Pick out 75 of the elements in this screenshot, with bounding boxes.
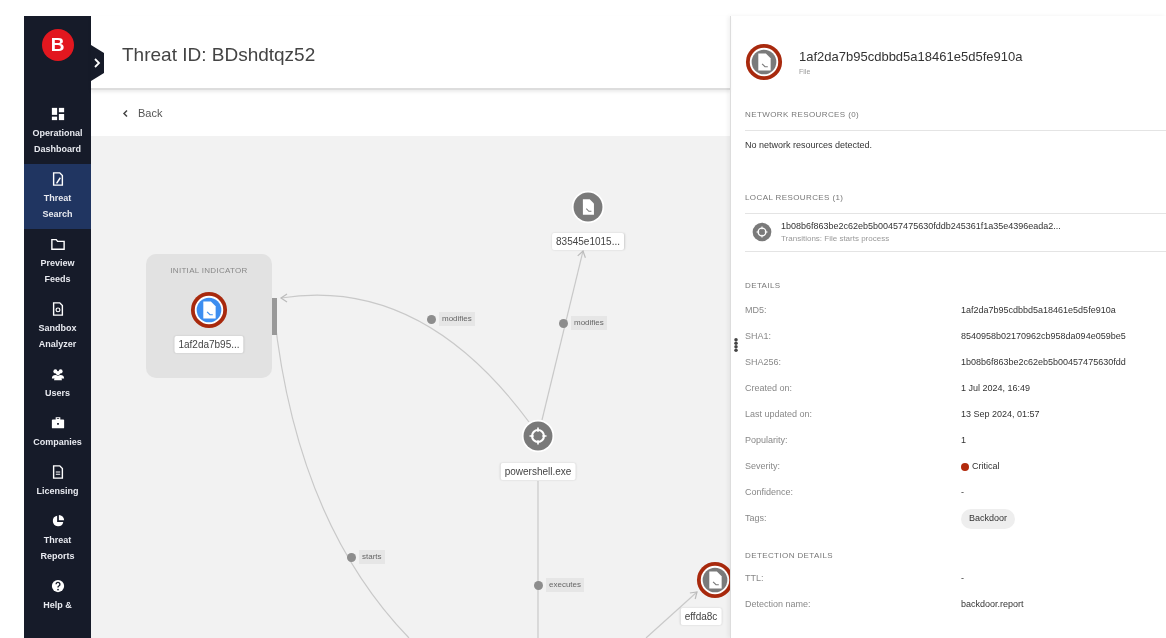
section-heading: DETAILS bbox=[745, 280, 781, 292]
resource-name: 1b08b6f863be2c62eb5b00457475630fddb245361f1a35e4396eada2... bbox=[781, 219, 1061, 233]
node-label: 1af2da7b95... bbox=[174, 336, 244, 353]
group-caption: INITIAL INDICATOR bbox=[170, 265, 248, 277]
detail-value: - bbox=[961, 486, 964, 500]
node-label: 83545e1015... bbox=[552, 233, 624, 250]
section-heading: DETECTION DETAILS bbox=[745, 550, 833, 562]
help-icon bbox=[50, 579, 65, 593]
empty-message: No network resources detected. bbox=[745, 139, 874, 152]
section-heading: NETWORK RESOURCES (0) bbox=[745, 110, 860, 119]
detail-value: 8540958b02170962cb958da094e059be5 bbox=[961, 330, 1126, 344]
users-icon bbox=[50, 367, 65, 381]
detail-label: TTL: bbox=[745, 572, 765, 586]
sidebar-item[interactable]: Licensing bbox=[24, 457, 91, 506]
edge-label: starts bbox=[359, 550, 385, 564]
node-label: powershell.exe bbox=[500, 463, 576, 480]
detail-value: backdoor.report bbox=[961, 598, 1024, 612]
file-node-icon[interactable] bbox=[571, 190, 605, 224]
folder-icon bbox=[50, 237, 65, 251]
detail-value: - bbox=[961, 572, 964, 586]
detail-label: Severity: bbox=[745, 460, 781, 474]
document-search-icon bbox=[50, 302, 65, 316]
page-title: Threat ID: BDshdtqz52 bbox=[122, 43, 316, 67]
sidebar-item[interactable]: Operational Dashboard bbox=[24, 99, 91, 164]
expand-button[interactable] bbox=[91, 45, 104, 81]
sidebar-item[interactable]: Threat Search bbox=[24, 164, 91, 229]
detail-label: MD5: bbox=[745, 304, 768, 318]
detail-label: Tags: bbox=[745, 512, 768, 526]
document-icon bbox=[50, 465, 65, 479]
edge-label: modifies bbox=[571, 316, 607, 330]
detail-label: Popularity: bbox=[745, 434, 789, 448]
edge-dot bbox=[534, 581, 543, 590]
sidebar-item[interactable]: Threat Reports bbox=[24, 506, 91, 571]
resize-handle[interactable] bbox=[272, 298, 277, 335]
detail-label: SHA256: bbox=[745, 356, 783, 370]
detail-label: SHA1: bbox=[745, 330, 772, 344]
chevron-left-icon bbox=[122, 108, 130, 118]
grid-icon bbox=[50, 107, 65, 121]
pie-chart-icon bbox=[50, 514, 65, 528]
detail-value: 1b08b6f863be2c62eb5b00457475630fdd bbox=[961, 356, 1126, 370]
detail-label: Confidence: bbox=[745, 486, 795, 500]
section-heading: LOCAL RESOURCES (1) bbox=[745, 192, 844, 202]
node-label: effda8c bbox=[680, 608, 722, 625]
resource-row[interactable]: 1b08b6f863be2c62eb5b00457475630fddb245361f1a35e4396eada2... Transitions: File starts process bbox=[745, 213, 1166, 252]
severity-label: Critical bbox=[972, 460, 1000, 474]
file-node-icon[interactable] bbox=[190, 291, 228, 329]
detail-value: 1 Jul 2024, 16:49 bbox=[961, 382, 1031, 396]
detail-label: Last updated on: bbox=[745, 408, 814, 422]
drag-handle-icon[interactable] bbox=[734, 338, 738, 352]
sidebar-item[interactable]: Preview Feeds bbox=[24, 229, 91, 294]
edge-dot bbox=[347, 553, 356, 562]
edge-dot bbox=[427, 315, 436, 324]
edge-label: executes bbox=[546, 578, 585, 592]
sidebar-item[interactable]: Users bbox=[24, 359, 91, 408]
file-node-icon[interactable] bbox=[696, 561, 730, 599]
process-icon[interactable] bbox=[751, 221, 773, 244]
detail-value: 1af2da7b95cdbbd5a18461e5d5fe910a bbox=[961, 304, 1116, 318]
detail-label: Detection name: bbox=[745, 598, 812, 612]
briefcase-icon bbox=[50, 416, 65, 430]
item-title: 1af2da7b95cdbbd5a18461e5d5fe910a bbox=[799, 48, 1023, 66]
sidebar-item[interactable]: Help & bbox=[24, 571, 91, 620]
detail-value: 1 bbox=[961, 434, 966, 448]
sidebar-item[interactable]: Companies bbox=[24, 408, 91, 457]
sidebar-item[interactable]: Sandbox Analyzer bbox=[24, 294, 91, 359]
logo[interactable]: B bbox=[41, 29, 74, 61]
edge-label: modifies bbox=[439, 312, 475, 326]
file-icon[interactable] bbox=[745, 43, 783, 81]
resource-detail: Transitions: File starts process bbox=[781, 233, 891, 245]
process-node-icon[interactable] bbox=[521, 419, 555, 453]
back-link[interactable]: Back bbox=[122, 104, 163, 122]
detail-label: Created on: bbox=[745, 382, 794, 396]
document-pencil-icon bbox=[50, 172, 65, 186]
tag: Backdoor bbox=[961, 509, 1016, 529]
detail-value: 13 Sep 2024, 01:57 bbox=[961, 408, 1040, 422]
edge-dot bbox=[559, 319, 568, 328]
